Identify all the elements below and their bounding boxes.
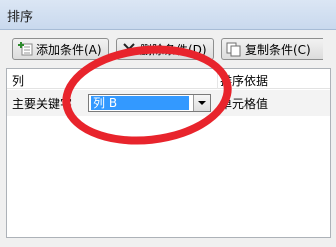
- add-condition-icon: [17, 41, 33, 57]
- copy-condition-button[interactable]: 复制条件(C): [221, 38, 323, 60]
- column-select[interactable]: 列 B: [88, 94, 211, 112]
- sort-condition-row[interactable]: 主要关键字 列 B 单元格值: [7, 90, 330, 116]
- dialog-title: 排序: [7, 10, 34, 25]
- chevron-down-icon: [198, 101, 206, 105]
- column-select-dropdown-button[interactable]: [193, 95, 210, 111]
- add-condition-label: 添加条件(A): [36, 42, 102, 57]
- primary-key-label: 主要关键字: [12, 97, 73, 111]
- header-divider: [217, 69, 218, 89]
- list-header: 列 排序依据: [7, 69, 330, 89]
- copy-icon: [226, 41, 242, 57]
- column-select-value: 列 B: [91, 96, 189, 110]
- copy-condition-label: 复制条件(C): [245, 42, 311, 57]
- delete-condition-label: 删除条件(D): [140, 42, 207, 57]
- delete-icon: [121, 41, 137, 57]
- delete-condition-button[interactable]: 删除条件(D): [116, 38, 214, 60]
- add-condition-button[interactable]: 添加条件(A): [12, 38, 109, 60]
- header-column: 列: [12, 74, 25, 88]
- sort-basis-value[interactable]: 单元格值: [220, 95, 268, 112]
- header-sort-basis: 排序依据: [220, 74, 269, 88]
- sort-conditions-list: 列 排序依据 主要关键字 列 B 单元格值: [6, 68, 331, 238]
- dialog-titlebar: 排序: [0, 0, 336, 30]
